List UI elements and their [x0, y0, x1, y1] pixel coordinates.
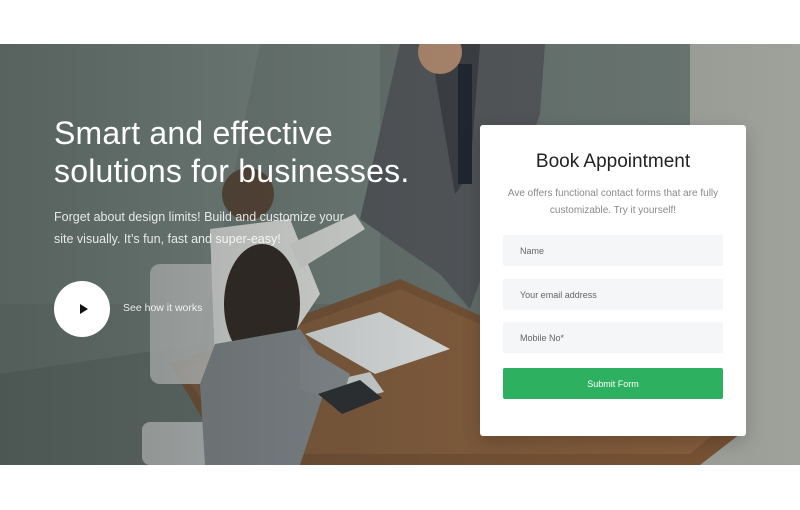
form-description: Ave offers functional contact forms that…	[507, 188, 719, 216]
hero-subtext: Forget about design limits! Build and cu…	[54, 210, 344, 246]
submit-form-button[interactable]: Submit Form	[503, 368, 723, 399]
name-field[interactable]	[503, 235, 723, 266]
email-field[interactable]	[503, 279, 723, 310]
play-icon	[79, 304, 88, 314]
play-video-button[interactable]	[54, 281, 110, 337]
hero-headline: Smart and effective solutions for busine…	[54, 115, 410, 189]
form-title: Book Appointment	[535, 151, 691, 172]
book-appointment-form: Book Appointment Ave offers functional c…	[480, 125, 746, 436]
mobile-field[interactable]	[503, 322, 723, 353]
hero-section: Smart and effective solutions for busine…	[0, 44, 800, 465]
see-how-it-works-link[interactable]: See how it works	[123, 302, 202, 314]
